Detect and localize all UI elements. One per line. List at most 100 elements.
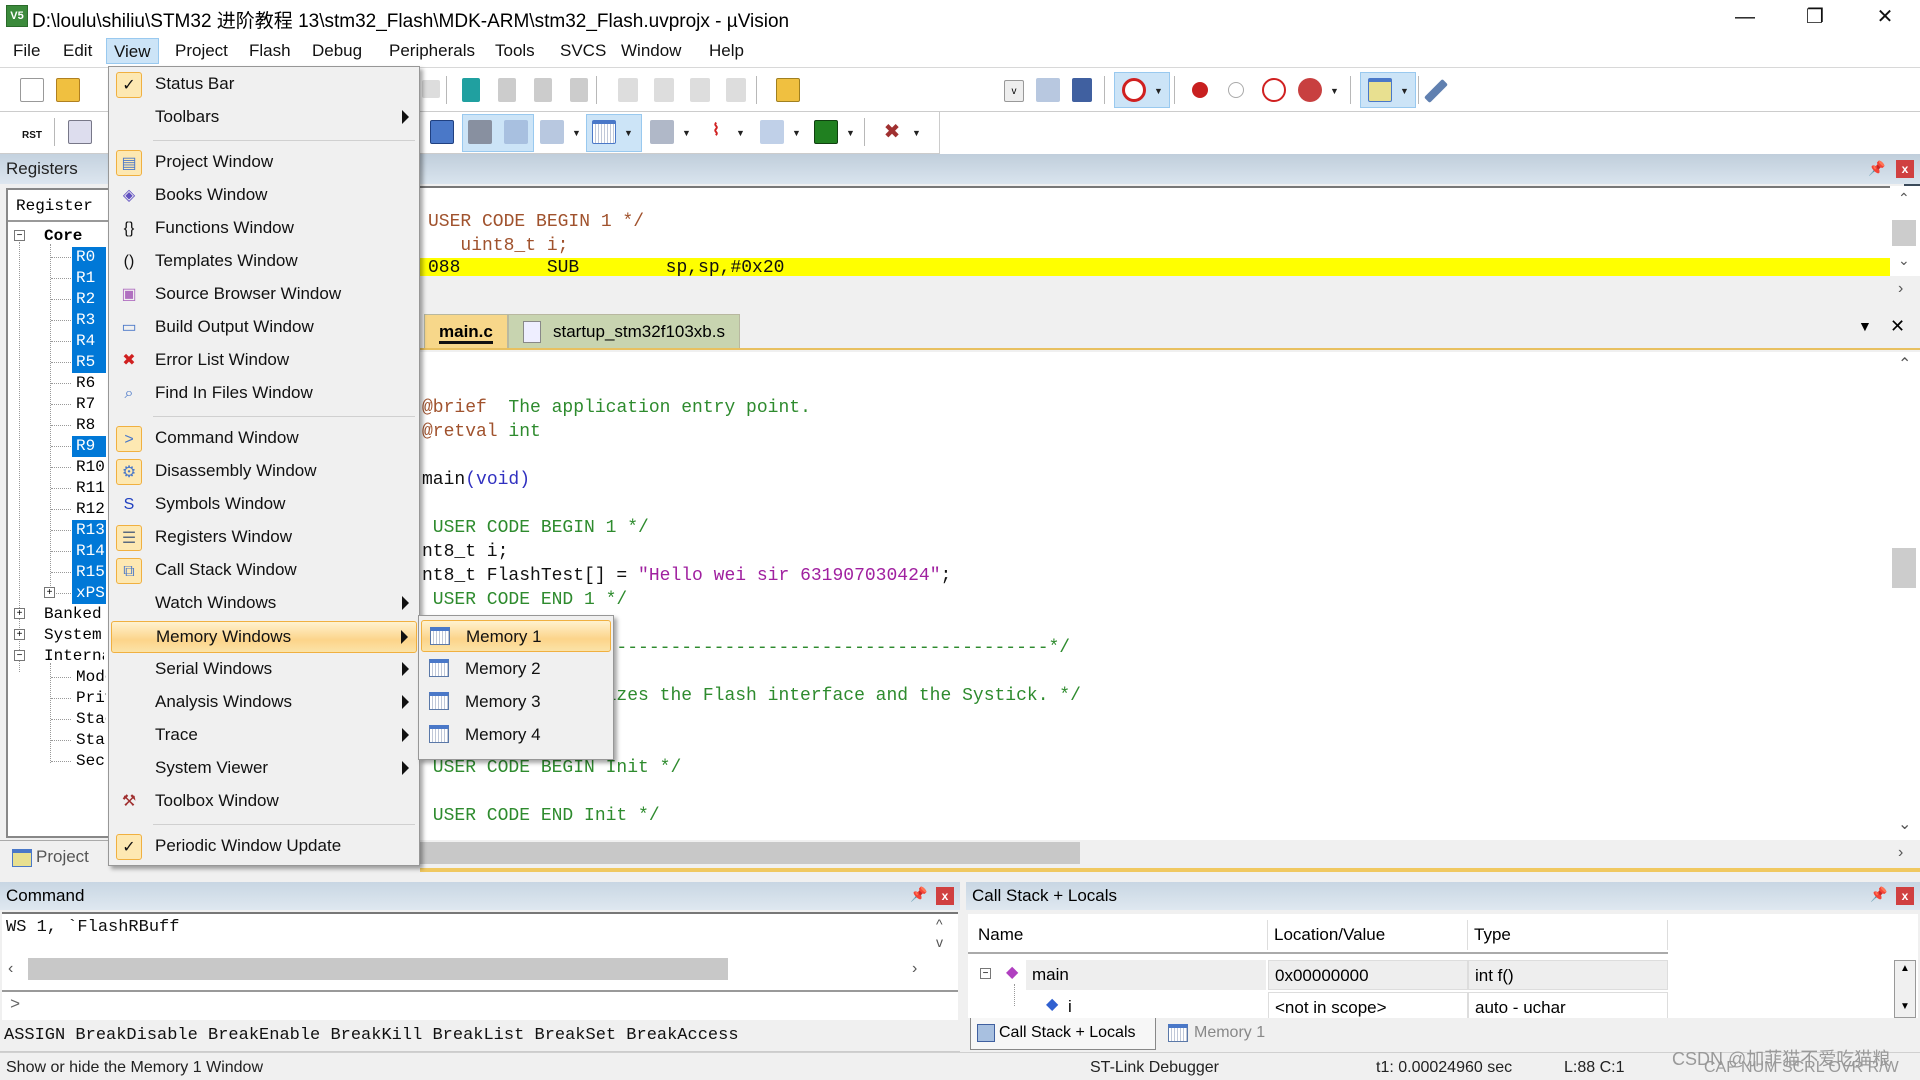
column-header-name[interactable]: Name <box>972 920 1268 950</box>
menu-item-watch-windows[interactable]: Watch Windows <box>111 588 417 620</box>
close-button[interactable]: ✕ <box>1850 0 1920 34</box>
menu-file[interactable]: File <box>6 38 47 64</box>
tab-project[interactable]: Project <box>36 847 89 867</box>
expand-icon[interactable]: + <box>44 587 55 598</box>
expand-icon[interactable]: + <box>14 608 25 619</box>
register-item[interactable]: R6 <box>72 373 95 394</box>
menu-item-call-stack-window[interactable]: ⧉ Call Stack Window <box>111 555 417 587</box>
scroll-thumb[interactable] <box>1892 548 1916 588</box>
incremental-find-icon[interactable] <box>1072 78 1092 102</box>
command-hscroll-thumb[interactable] <box>28 958 728 980</box>
submenu-item-memory-4[interactable]: Memory 4 <box>421 719 611 751</box>
disassembly-horizontal-scrollbar[interactable]: › <box>420 276 1920 304</box>
run-icon[interactable] <box>68 120 92 144</box>
unindent-icon[interactable] <box>654 78 674 102</box>
code-line[interactable]: main(void) <box>422 470 530 490</box>
code-line[interactable]: nt8_t i; <box>422 542 508 562</box>
watch-window-icon[interactable] <box>540 120 564 144</box>
code-line[interactable]: USER CODE END 1 */ <box>422 590 627 610</box>
scroll-right-icon[interactable]: › <box>1898 280 1903 298</box>
project-window-icon[interactable] <box>1368 78 1392 102</box>
menu-tools[interactable]: Tools <box>488 38 542 64</box>
editor-close-icon[interactable]: ✕ <box>1890 316 1905 337</box>
menu-item-serial-windows[interactable]: Serial Windows <box>111 654 417 686</box>
tab-callstack-locals[interactable]: Call Stack + Locals <box>970 1018 1156 1050</box>
uncomment-icon[interactable] <box>726 78 746 102</box>
comment-icon[interactable] <box>690 78 710 102</box>
register-item[interactable]: R11 <box>72 478 105 499</box>
menu-item-books-window[interactable]: ◈ Books Window <box>111 180 417 212</box>
register-item[interactable]: R3 <box>72 310 106 331</box>
menu-item-registers-window[interactable]: ☰ Registers Window <box>111 522 417 554</box>
serial-window-icon[interactable] <box>650 120 674 144</box>
register-item[interactable]: R9 <box>72 436 106 457</box>
menu-item-toolbars[interactable]: Toolbars <box>111 102 417 134</box>
code-line[interactable]: nt8_t FlashTest[] = "Hello wei sir 63190… <box>422 566 951 586</box>
registers-window-icon[interactable] <box>468 120 492 144</box>
register-item[interactable]: R15 <box>72 562 106 583</box>
register-item[interactable]: R0 <box>72 247 106 268</box>
register-item[interactable]: R10 <box>72 457 105 478</box>
code-line[interactable]: @brief The application entry point. <box>422 398 811 418</box>
scroll-left-icon[interactable]: ‹ <box>8 960 13 978</box>
bookmark-icon[interactable] <box>462 78 480 102</box>
menu-svcs[interactable]: SVCS <box>553 38 613 64</box>
submenu-item-memory-1[interactable]: Memory 1 <box>421 620 611 652</box>
scroll-right-icon[interactable]: › <box>912 960 917 978</box>
column-header-value[interactable]: Location/Value <box>1268 920 1468 950</box>
register-item[interactable]: States <box>76 730 106 751</box>
register-item[interactable]: R14 <box>72 541 106 562</box>
menu-item-toolbox-window[interactable]: ⚒ Toolbox Window <box>111 786 417 818</box>
dropdown-arrow-icon[interactable]: ▼ <box>1400 86 1409 96</box>
scroll-down-icon[interactable]: ▼ <box>1900 1001 1910 1012</box>
restore-button[interactable]: ❐ <box>1780 0 1850 34</box>
toolbox-icon[interactable]: ✖ <box>880 120 904 144</box>
register-item[interactable]: Mode <box>76 667 106 688</box>
scroll-up-icon[interactable]: ⌃ <box>1898 190 1910 207</box>
scroll-up-icon[interactable]: ⌃ <box>1898 354 1911 374</box>
menu-edit[interactable]: Edit <box>56 38 99 64</box>
symbols-window-icon[interactable] <box>430 120 454 144</box>
pin-icon[interactable]: 📌 <box>1870 886 1887 903</box>
register-item[interactable]: R13 <box>72 520 106 541</box>
menu-debug[interactable]: Debug <box>305 38 369 64</box>
callstack-close-icon[interactable]: x <box>1896 887 1914 905</box>
menu-view[interactable]: View <box>106 38 159 64</box>
editor-vertical-scrollbar[interactable]: ⌃ ⌄ <box>1890 352 1920 840</box>
minimize-button[interactable]: — <box>1710 0 1780 34</box>
editor-hscroll-thumb[interactable] <box>420 842 1080 864</box>
menu-help[interactable]: Help <box>702 38 751 64</box>
menu-item-memory-windows[interactable]: Memory Windows <box>111 621 417 653</box>
menu-item-find-in-files-window[interactable]: ⌕ Find In Files Window <box>111 378 417 410</box>
register-item[interactable]: R7 <box>72 394 95 415</box>
scroll-thumb[interactable] <box>1892 220 1916 246</box>
register-item[interactable]: Privilege <box>76 688 106 709</box>
nav-forward-icon[interactable] <box>422 80 440 98</box>
expand-icon[interactable]: + <box>14 629 25 640</box>
menu-item-project-window[interactable]: ▤ Project Window <box>111 147 417 179</box>
command-input[interactable]: > <box>2 990 958 1020</box>
find-in-files-icon[interactable] <box>776 78 800 102</box>
code-line[interactable]: USER CODE END Init */ <box>422 806 660 826</box>
wrench-icon[interactable] <box>1423 78 1449 104</box>
scroll-up-icon[interactable]: ▲ <box>1900 963 1910 974</box>
register-item[interactable]: xPSR <box>72 583 114 604</box>
tree-group[interactable]: Internal <box>44 646 104 667</box>
dropdown-arrow-icon[interactable]: ▼ <box>1154 86 1163 96</box>
analysis-window-icon[interactable]: ⌇ <box>704 120 728 144</box>
menu-item-templates-window[interactable]: () Templates Window <box>111 246 417 278</box>
collapse-icon[interactable]: − <box>14 230 25 241</box>
enable-breakpoint-icon[interactable] <box>1228 82 1244 98</box>
call-stack-window-icon[interactable] <box>504 120 528 144</box>
menu-item-command-window[interactable]: > Command Window <box>111 423 417 455</box>
pin-icon[interactable]: 📌 <box>910 886 927 903</box>
menu-peripherals[interactable]: Peripherals <box>382 38 482 64</box>
menu-item-build-output-window[interactable]: ▭ Build Output Window <box>111 312 417 344</box>
dropdown-arrow-icon[interactable]: ▼ <box>1330 86 1339 96</box>
scroll-up-icon[interactable]: ^ <box>936 916 943 932</box>
scroll-down-icon[interactable]: ⌄ <box>1898 814 1911 834</box>
submenu-item-memory-3[interactable]: Memory 3 <box>421 686 611 718</box>
menu-item-error-list-window[interactable]: ✖ Error List Window <box>111 345 417 377</box>
code-line[interactable]: USER CODE BEGIN Init */ <box>422 758 681 778</box>
collapse-icon[interactable]: − <box>980 968 991 979</box>
